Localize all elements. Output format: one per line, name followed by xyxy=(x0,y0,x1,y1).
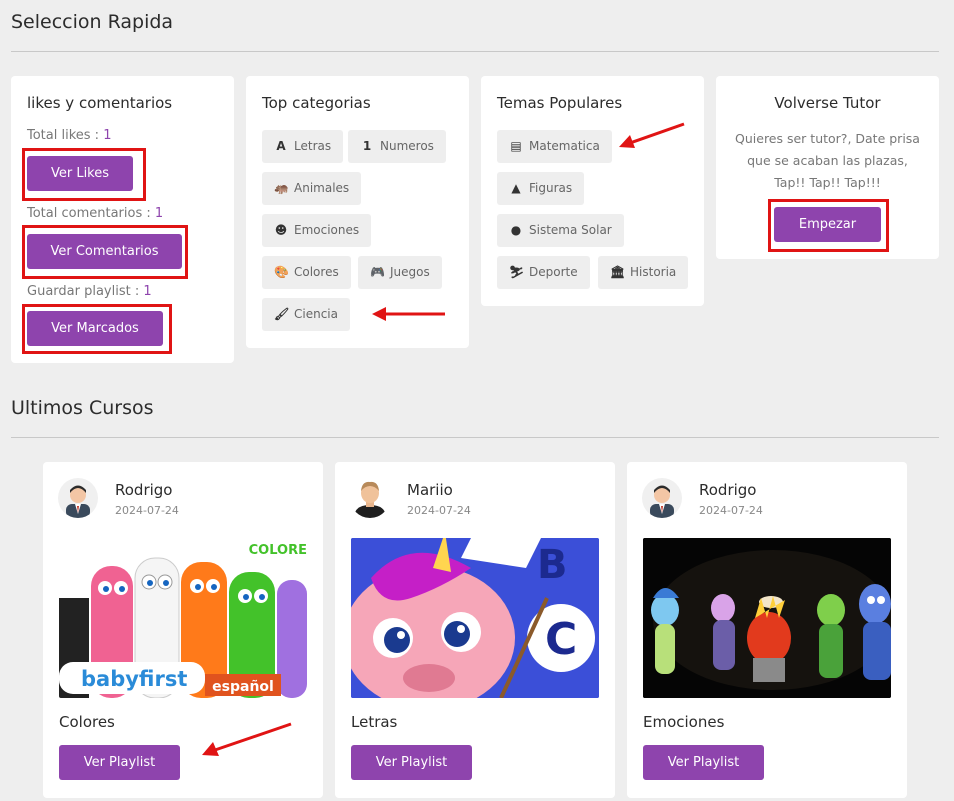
likes-card-title: likes y comentarios xyxy=(27,94,173,112)
palette-icon: 🎨 xyxy=(274,265,289,279)
tag-label: Matematica xyxy=(529,139,600,153)
saved-playlist-text: Guardar playlist : 1 xyxy=(27,284,152,299)
course-thumbnail[interactable] xyxy=(643,538,891,698)
section-title-courses: Ultimos Cursos xyxy=(11,397,154,419)
thumb-text: español xyxy=(212,679,274,695)
total-comments-text: Total comentarios : 1 xyxy=(27,206,163,221)
course-title: Colores xyxy=(59,713,115,731)
tag-label: Figuras xyxy=(529,181,573,195)
thumb-text: B xyxy=(537,542,568,588)
course-card: Mariio 2024-07-24 B C Letras Ver Playlis… xyxy=(335,462,615,798)
tag-label: Letras xyxy=(294,139,332,153)
tag-label: Colores xyxy=(294,265,339,279)
tutor-card-title: Volverse Tutor xyxy=(774,94,881,112)
divider xyxy=(11,51,939,52)
course-thumbnail[interactable]: B C xyxy=(351,538,599,698)
tag-ciencia[interactable]: 🖌 Ciencia xyxy=(262,298,350,331)
tag-deporte[interactable]: ⛷ Deporte xyxy=(497,256,590,289)
ver-playlist-button[interactable]: Ver Playlist xyxy=(351,745,472,780)
avatar xyxy=(642,478,682,518)
saved-playlist-count: 1 xyxy=(143,284,152,299)
course-title: Letras xyxy=(351,713,398,731)
tag-figuras[interactable]: ▲ Figuras xyxy=(497,172,585,205)
annotation-box xyxy=(768,199,889,252)
annotation-arrow xyxy=(202,722,292,756)
tag-matematica[interactable]: ▤ Matematica xyxy=(497,130,612,163)
avatar xyxy=(350,478,390,518)
smiley-icon: ☻ xyxy=(274,223,288,237)
course-thumbnail[interactable]: COLORE babyfirst español xyxy=(59,538,307,698)
ver-playlist-button[interactable]: Ver Playlist xyxy=(59,745,180,780)
topics-card: Temas Populares ▤ Matematica ▲ Figuras ● Si… xyxy=(481,76,704,306)
tag-numeros[interactable]: 1 Numeros xyxy=(348,130,446,163)
tag-label: Numeros xyxy=(380,139,434,153)
thumb-text: C xyxy=(545,614,577,665)
tag-historia[interactable]: 🏛 Historia xyxy=(598,256,689,289)
annotation-box xyxy=(22,148,146,201)
globe-icon: ● xyxy=(510,223,522,237)
total-comments-count: 1 xyxy=(154,206,164,221)
author-name: Rodrigo xyxy=(699,481,757,499)
gamepad-icon: 🎮 xyxy=(370,265,385,279)
author-name: Mariio xyxy=(407,481,453,499)
thumb-text: COLORE xyxy=(249,543,307,558)
shapes-icon: ▲ xyxy=(511,181,521,195)
skier-icon: ⛷ xyxy=(509,265,525,279)
tag-label: Animales xyxy=(294,181,350,195)
tag-colores[interactable]: 🎨 Colores xyxy=(262,256,351,289)
section-title-quick: Seleccion Rapida xyxy=(11,11,174,33)
tag-letras[interactable]: A Letras xyxy=(262,130,344,163)
tag-juegos[interactable]: 🎮 Juegos xyxy=(358,256,442,289)
avatar xyxy=(58,478,98,518)
museum-icon: 🏛 xyxy=(610,265,626,279)
topics-card-title: Temas Populares xyxy=(497,94,623,112)
thumb-text: babyfirst xyxy=(81,667,187,691)
annotation-box xyxy=(22,304,172,354)
author-name: Rodrigo xyxy=(115,481,173,499)
divider xyxy=(11,437,939,438)
tutor-text-line: Quieres ser tutor?, Date prisa xyxy=(735,131,920,146)
course-card: Rodrigo 2024-07-24 Emociones Ver Playlis… xyxy=(627,462,907,798)
hippo-icon: 🦛 xyxy=(274,181,289,195)
course-date: 2024-07-24 xyxy=(699,504,763,517)
brush-icon: 🖌 xyxy=(274,307,290,321)
tag-animales[interactable]: 🦛 Animales xyxy=(262,172,362,205)
ver-playlist-button[interactable]: Ver Playlist xyxy=(643,745,764,780)
course-date: 2024-07-24 xyxy=(407,504,471,517)
tag-emociones[interactable]: ☻ Emociones xyxy=(262,214,372,247)
tag-label: Sistema Solar xyxy=(529,223,612,237)
tag-label: Historia xyxy=(630,265,677,279)
tag-label: Ciencia xyxy=(294,307,338,321)
saved-playlist-label: Guardar playlist : xyxy=(27,284,144,299)
annotation-box xyxy=(22,225,188,279)
total-comments-label: Total comentarios : xyxy=(27,206,155,221)
number-one-icon: 1 xyxy=(362,139,372,153)
annotation-arrow xyxy=(372,307,445,321)
course-date: 2024-07-24 xyxy=(115,504,179,517)
letter-a-icon: A xyxy=(276,139,286,153)
tag-label: Juegos xyxy=(390,265,430,279)
course-title: Emociones xyxy=(643,713,725,731)
total-likes-text: Total likes : 1 xyxy=(27,128,111,143)
tag-label: Emociones xyxy=(294,223,360,237)
total-likes-count: 1 xyxy=(103,128,112,143)
tutor-text-line: Tap!! Tap!! Tap!!! xyxy=(774,175,881,190)
tag-sistema-solar[interactable]: ● Sistema Solar xyxy=(497,214,624,247)
tag-label: Deporte xyxy=(529,265,578,279)
annotation-arrow xyxy=(619,122,685,148)
categories-card-title: Top categorias xyxy=(262,94,371,112)
tutor-text: Quieres ser tutor?, Date prisa que se ac… xyxy=(716,128,939,194)
tutor-text-line: que se acaban las plazas, xyxy=(747,153,908,168)
total-likes-label: Total likes : xyxy=(27,128,104,143)
calculator-icon: ▤ xyxy=(510,139,522,153)
